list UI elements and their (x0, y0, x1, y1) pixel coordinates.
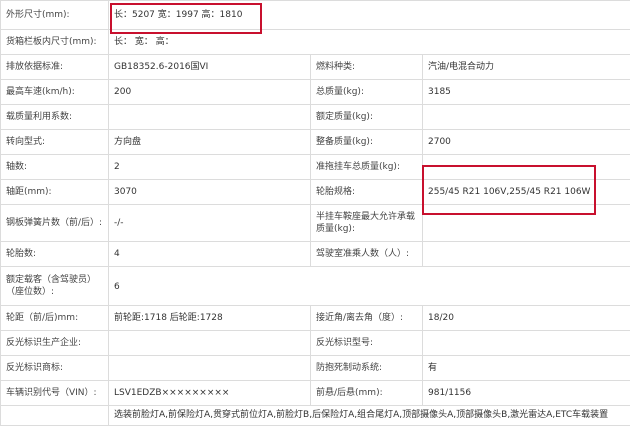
spec-value-tire-spec: 255/45 R21 106V,255/45 R21 106W (423, 180, 630, 205)
spec-label-abs: 防抱死制动系统: (311, 356, 423, 381)
spec-value-curb-mass: 2700 (423, 130, 630, 155)
spec-value-emission-standard: GB18352.6-2016国VI (109, 55, 311, 80)
spec-value-max-speed: 200 (109, 80, 311, 105)
spec-label-approach-departure: 接近角/离去角（度）: (311, 306, 423, 331)
spec-value-saddle-load (423, 205, 630, 242)
spec-label-dimensions: 外形尺寸(mm): (1, 1, 109, 30)
table-row: 载质量利用系数: 额定质量(kg): (1, 105, 630, 130)
table-row: 选装前脸灯A,前保险灯A,贯穿式前位灯A,前脸灯B,后保险灯A,组合尾灯A,顶部… (1, 406, 630, 426)
spec-value-approach-departure: 18/20 (423, 306, 630, 331)
spec-value-other: 选装前脸灯A,前保险灯A,贯穿式前位灯A,前脸灯B,后保险灯A,组合尾灯A,顶部… (109, 406, 630, 426)
table-row: 反光标识商标: 防抱死制动系统: 有 (1, 356, 630, 381)
spec-label-overhang: 前悬/后悬(mm): (311, 381, 423, 406)
spec-value-leaf-springs: -/- (109, 205, 311, 242)
spec-label-tire-spec: 轮胎规格: (311, 180, 423, 205)
table-row: 最高车速(km/h): 200 总质量(kg): 3185 (1, 80, 630, 105)
spec-label-gross-mass: 总质量(kg): (311, 80, 423, 105)
spec-label-load-factor: 载质量利用系数: (1, 105, 109, 130)
spec-value-trailer-mass (423, 155, 630, 180)
spec-value-wheelbase: 3070 (109, 180, 311, 205)
spec-value-reflector-brand (109, 356, 311, 381)
table-row: 排放依据标准: GB18352.6-2016国VI 燃料种类: 汽油/电混合动力 (1, 55, 630, 80)
spec-value-reflector-maker (109, 331, 311, 356)
spec-label-axle-count: 轴数: (1, 155, 109, 180)
spec-value-abs: 有 (423, 356, 630, 381)
spec-label-emission-standard: 排放依据标准: (1, 55, 109, 80)
spec-value-steering: 方向盘 (109, 130, 311, 155)
spec-label-curb-mass: 整备质量(kg): (311, 130, 423, 155)
spec-label-reflector-model: 反光标识型号: (311, 331, 423, 356)
vehicle-spec-table: 外形尺寸(mm): 长：5207 宽：1997 高：1810 货箱栏板内尺寸(m… (0, 0, 630, 426)
table-row: 货箱栏板内尺寸(mm): 长： 宽： 高： (1, 30, 630, 55)
spec-value-load-factor (109, 105, 311, 130)
table-row: 车辆识别代号（VIN）: LSV1EDZB××××××××× 前悬/后悬(mm)… (1, 381, 630, 406)
spec-value-rated-passengers: 6 (109, 267, 630, 306)
spec-label-vin: 车辆识别代号（VIN）: (1, 381, 109, 406)
table-row: 轮胎数: 4 驾驶室准乘人数（人）: (1, 242, 630, 267)
spec-label-tire-count: 轮胎数: (1, 242, 109, 267)
spec-label-max-speed: 最高车速(km/h): (1, 80, 109, 105)
spec-value-rated-mass (423, 105, 630, 130)
spec-value-fuel-type: 汽油/电混合动力 (423, 55, 630, 80)
spec-value-track-width: 前轮距:1718 后轮距:1728 (109, 306, 311, 331)
spec-value-axle-count: 2 (109, 155, 311, 180)
spec-value-gross-mass: 3185 (423, 80, 630, 105)
spec-value-vin: LSV1EDZB××××××××× (109, 381, 311, 406)
spec-label-wheelbase: 轴距(mm): (1, 180, 109, 205)
spec-value-reflector-model (423, 331, 630, 356)
table-row: 转向型式: 方向盘 整备质量(kg): 2700 (1, 130, 630, 155)
spec-label-leaf-springs: 钢板弹簧片数（前/后）: (1, 205, 109, 242)
spec-value-cargo-box: 长： 宽： 高： (109, 30, 630, 55)
spec-value-overhang: 981/1156 (423, 381, 630, 406)
spec-label-cargo-box: 货箱栏板内尺寸(mm): (1, 30, 109, 55)
spec-value-cab-capacity (423, 242, 630, 267)
spec-value-tire-count: 4 (109, 242, 311, 267)
spec-label-reflector-maker: 反光标识生产企业: (1, 331, 109, 356)
spec-value-dimensions: 长：5207 宽：1997 高：1810 (109, 1, 630, 30)
spec-label-fuel-type: 燃料种类: (311, 55, 423, 80)
table-row: 外形尺寸(mm): 长：5207 宽：1997 高：1810 (1, 1, 630, 30)
spec-label-rated-mass: 额定质量(kg): (311, 105, 423, 130)
spec-label-cab-capacity: 驾驶室准乘人数（人）: (311, 242, 423, 267)
spec-label-trailer-mass: 准拖挂车总质量(kg): (311, 155, 423, 180)
table-row: 钢板弹簧片数（前/后）: -/- 半挂车鞍座最大允许承载质量(kg): (1, 205, 630, 242)
spec-label-track-width: 轮距（前/后)mm: (1, 306, 109, 331)
table-row: 额定载客（含驾驶员）（座位数）: 6 (1, 267, 630, 306)
spec-label-other (1, 406, 109, 426)
table-row: 轮距（前/后)mm: 前轮距:1718 后轮距:1728 接近角/离去角（度）:… (1, 306, 630, 331)
spec-label-rated-passengers: 额定载客（含驾驶员）（座位数）: (1, 267, 109, 306)
spec-label-steering: 转向型式: (1, 130, 109, 155)
table-row: 轴数: 2 准拖挂车总质量(kg): (1, 155, 630, 180)
spec-label-saddle-load: 半挂车鞍座最大允许承载质量(kg): (311, 205, 423, 242)
table-row: 轴距(mm): 3070 轮胎规格: 255/45 R21 106V,255/4… (1, 180, 630, 205)
table-row: 反光标识生产企业: 反光标识型号: (1, 331, 630, 356)
spec-label-reflector-brand: 反光标识商标: (1, 356, 109, 381)
